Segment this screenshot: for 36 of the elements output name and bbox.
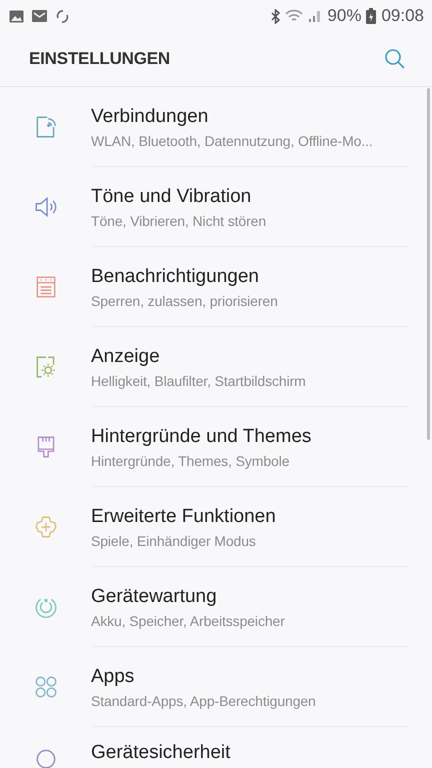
bluetooth-icon [271,8,280,24]
item-title: Erweiterte Funktionen [91,504,277,528]
wifi-icon [285,9,304,23]
settings-item[interactable]: Benachrichtigungen Sperren, zulassen, priorisieren [0,247,432,327]
gallery-icon [9,10,24,22]
page-title: EINSTELLUNGEN [29,49,171,69]
settings-item[interactable]: Hintergründe und Themes Hintergründe, Themes, Symbole [0,407,432,487]
item-title: Hintergründe und Themes [91,424,312,448]
item-subtitle: Akku, Speicher, Arbeitsspeicher [91,612,286,628]
settings-item[interactable]: Apps Standard-Apps, App-Berechtigungen [0,647,432,727]
battery-icon [366,8,376,24]
item-title: Anzeige [91,344,161,368]
item-title: Töne und Vibration [91,184,252,208]
mail-icon [32,10,47,22]
clock-time: 09:08 [381,6,424,26]
settings-item[interactable]: Anzeige Helligkeit, Blaufilter, Startbildschirm [0,327,432,407]
item-subtitle: Hintergründe, Themes, Symbole [91,452,290,468]
item-title: Gerätesicherheit [91,741,232,765]
sync-icon [55,8,70,24]
item-subtitle: Standard-Apps, App-Berechtigungen [91,692,317,708]
settings-item[interactable]: Töne und Vibration Töne, Vibrieren, Nicht stören [0,167,432,247]
settings-item[interactable]: Erweiterte Funktionen Spiele, Einhändiger Modus [0,487,432,567]
item-title: Apps [91,664,136,688]
item-subtitle: Spiele, Einhändiger Modus [91,532,257,548]
item-subtitle: Töne, Vibrieren, Nicht stören [91,212,268,228]
settings-item[interactable]: Verbindungen WLAN, Bluetooth, Datennutzung, Offline-Mo... [0,87,432,167]
item-title: Verbindungen [91,104,210,128]
item-subtitle: WLAN, Bluetooth, Datennutzung, Offline-Mo... [91,132,374,148]
settings-item[interactable]: Gerätesicherheit [0,727,432,767]
signal-icon [308,9,322,23]
item-title: Benachrichtigungen [91,264,260,288]
item-subtitle: Sperren, zulassen, priorisieren [91,292,279,308]
settings-item[interactable]: Gerätewartung Akku, Speicher, Arbeitsspeicher [0,567,432,647]
battery-percentage: 90% [327,6,362,26]
item-title: Gerätewartung [91,584,218,608]
item-subtitle: Helligkeit, Blaufilter, Startbildschirm [91,372,307,388]
